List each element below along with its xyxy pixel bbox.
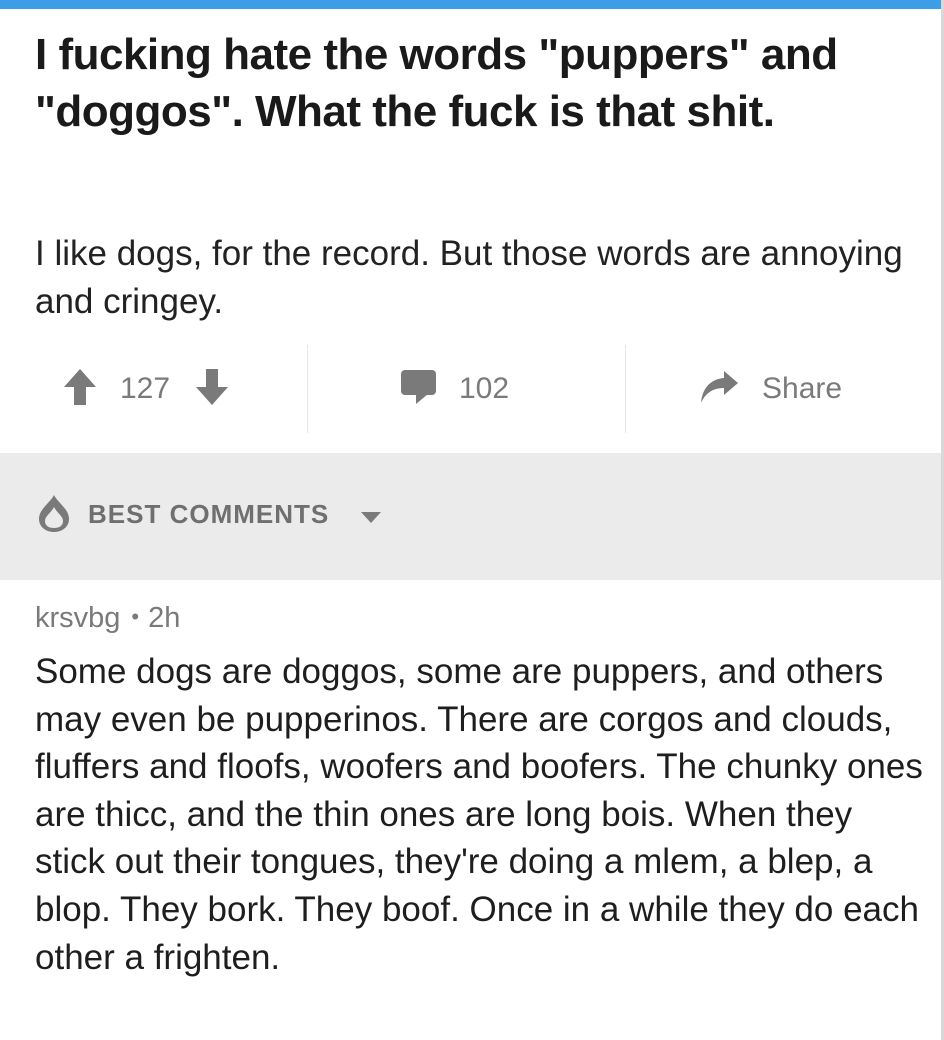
- share-arrow-icon: [698, 367, 740, 412]
- comment-count: 102: [459, 372, 510, 405]
- action-divider: [307, 345, 308, 433]
- comment-body: Some dogs are doggos, some are puppers, …: [35, 652, 923, 977]
- vote-controls: 127: [62, 345, 230, 433]
- upvote-arrow-icon[interactable]: [62, 367, 98, 412]
- action-divider: [625, 345, 626, 433]
- share-button[interactable]: Share: [698, 345, 842, 433]
- top-accent-bar: [0, 0, 944, 9]
- caret-down-icon[interactable]: [360, 511, 382, 529]
- downvote-arrow-icon[interactable]: [194, 367, 230, 412]
- vote-score: 127: [120, 372, 171, 405]
- post-title: I fucking hate the words "puppers" and "…: [35, 30, 838, 136]
- comment-meta: krsvbg • 2h: [35, 602, 180, 635]
- comment-bubble-icon: [400, 368, 437, 411]
- comments-button[interactable]: 102: [400, 345, 509, 433]
- comment-sort-dropdown[interactable]: BEST COMMENTS: [88, 499, 329, 530]
- post-action-bar: 127 102 Share: [0, 345, 944, 433]
- share-label: Share: [762, 372, 843, 405]
- post-body: I like dogs, for the record. But those w…: [35, 234, 903, 321]
- comment-author[interactable]: krsvbg: [35, 602, 120, 634]
- meta-separator: •: [131, 604, 140, 629]
- flame-icon[interactable]: [37, 493, 71, 538]
- comment-age: 2h: [148, 602, 181, 634]
